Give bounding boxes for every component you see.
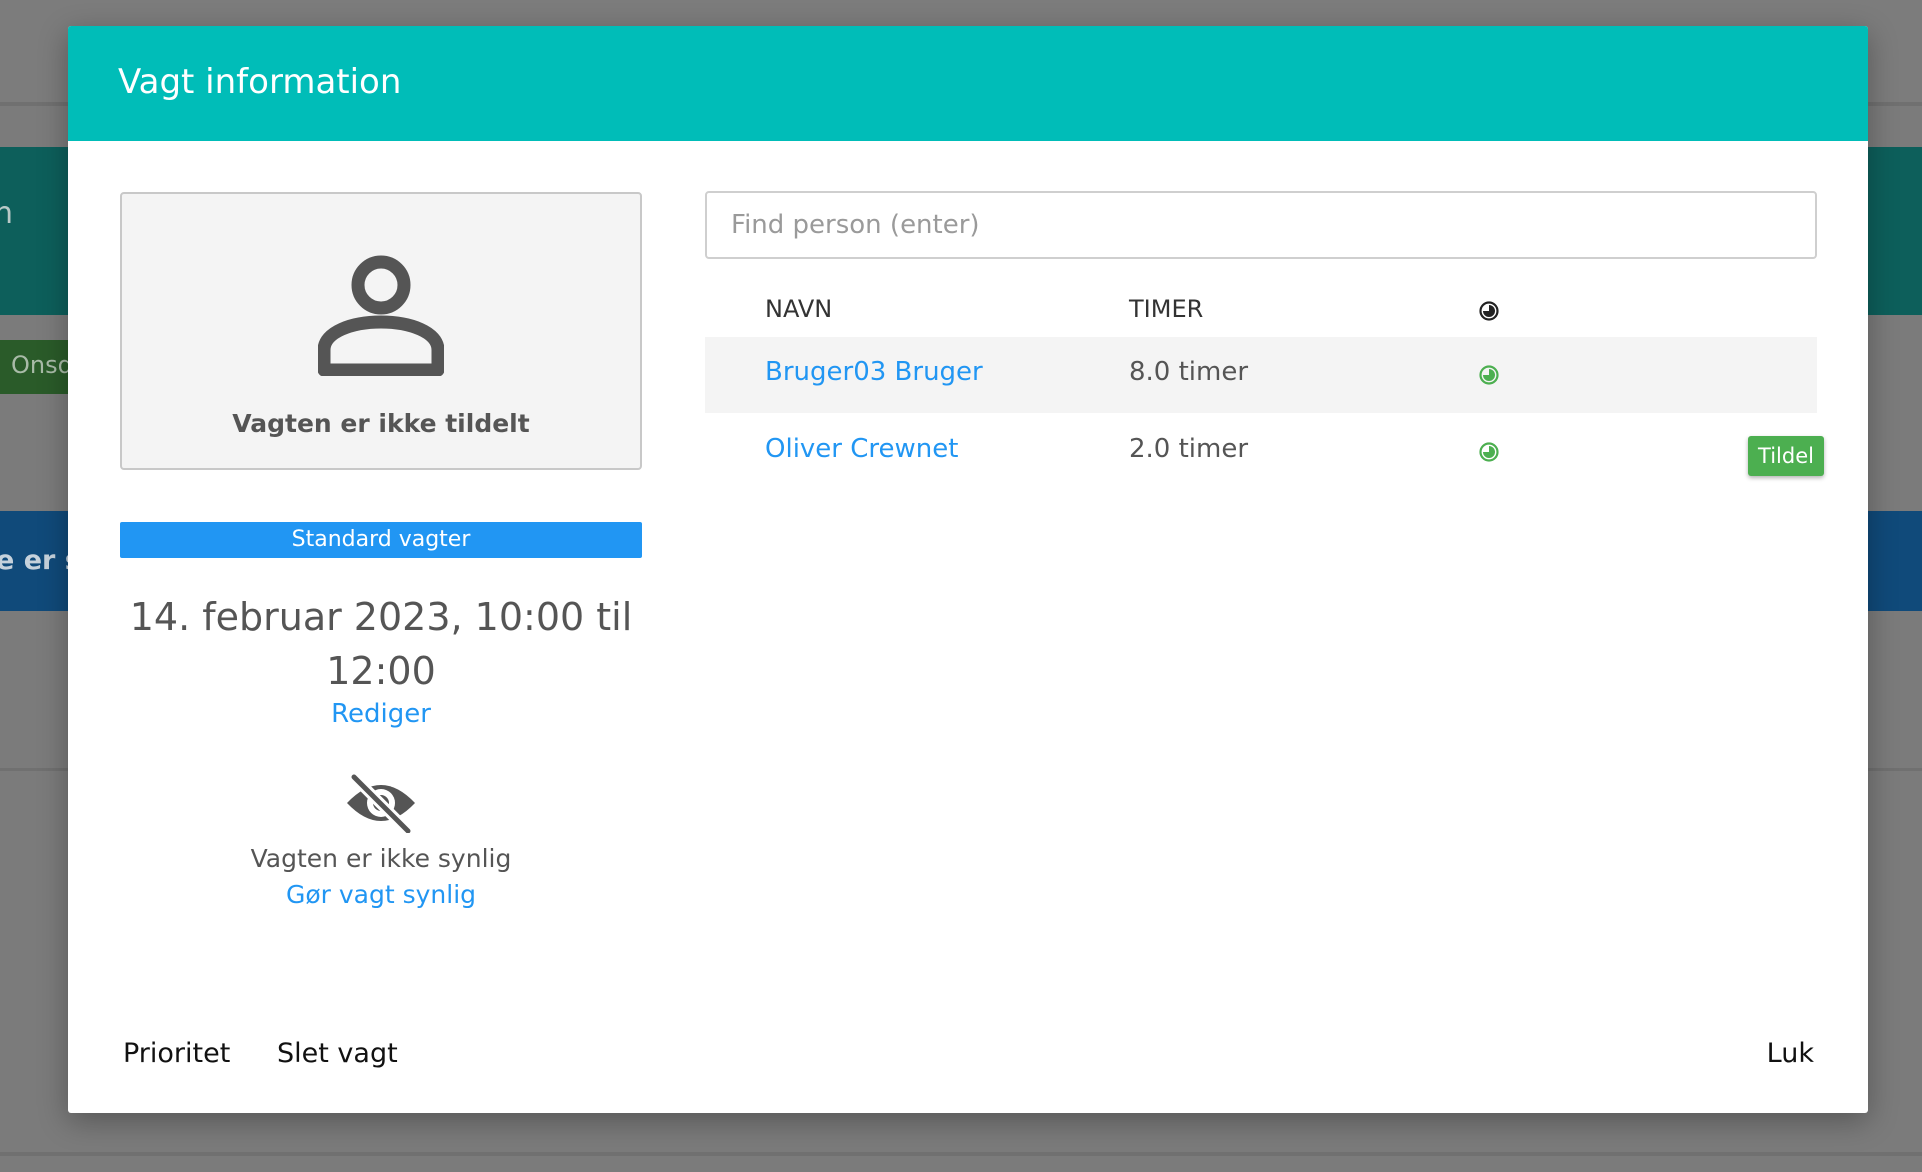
column-header-name: NAVN [765, 295, 833, 323]
modal-title: Vagt information [118, 62, 402, 102]
person-name-link[interactable]: Bruger03 Bruger [765, 357, 983, 387]
assignment-card: Vagten er ikke tildelt [120, 192, 642, 470]
person-hours: 2.0 timer [1129, 434, 1249, 464]
shift-info-modal: Vagt information Vagten er ikke tildelt … [68, 26, 1868, 1113]
person-hours: 8.0 timer [1129, 357, 1249, 387]
edit-shift-link[interactable]: Rediger [120, 699, 642, 729]
priority-button[interactable]: Prioritet [123, 1038, 230, 1069]
table-row: Bruger03 Bruger 8.0 timer [705, 337, 1817, 413]
eye-slash-icon [347, 773, 415, 833]
assign-button[interactable]: Tildel [1748, 436, 1824, 476]
background-day-tab-label: Onsd [11, 351, 73, 379]
search-input[interactable] [705, 191, 1817, 259]
shift-category-badge: Standard vagter [120, 522, 642, 558]
background-divider [0, 1152, 1922, 1156]
clock-pie-icon [1479, 301, 1499, 321]
clock-pie-icon [1479, 442, 1499, 462]
table-row: Oliver Crewnet 2.0 timer Tildel [705, 414, 1824, 490]
user-icon [318, 255, 444, 376]
assignment-status: Vagten er ikke tildelt [232, 409, 530, 438]
table-header: NAVN TIMER [705, 278, 1817, 344]
delete-shift-button[interactable]: Slet vagt [277, 1038, 398, 1069]
make-visible-link[interactable]: Gør vagt synlig [120, 880, 642, 909]
person-name-link[interactable]: Oliver Crewnet [765, 434, 958, 464]
background-teal-banner-text: n [0, 196, 14, 231]
close-button[interactable]: Luk [1767, 1038, 1814, 1069]
visibility-status: Vagten er ikke synlig [250, 844, 512, 873]
clock-pie-icon [1479, 365, 1499, 385]
shift-time: 14. februar 2023, 10:00 til 12:00 [129, 595, 633, 693]
column-header-hours: TIMER [1129, 295, 1204, 323]
modal-header: Vagt information [68, 26, 1868, 141]
